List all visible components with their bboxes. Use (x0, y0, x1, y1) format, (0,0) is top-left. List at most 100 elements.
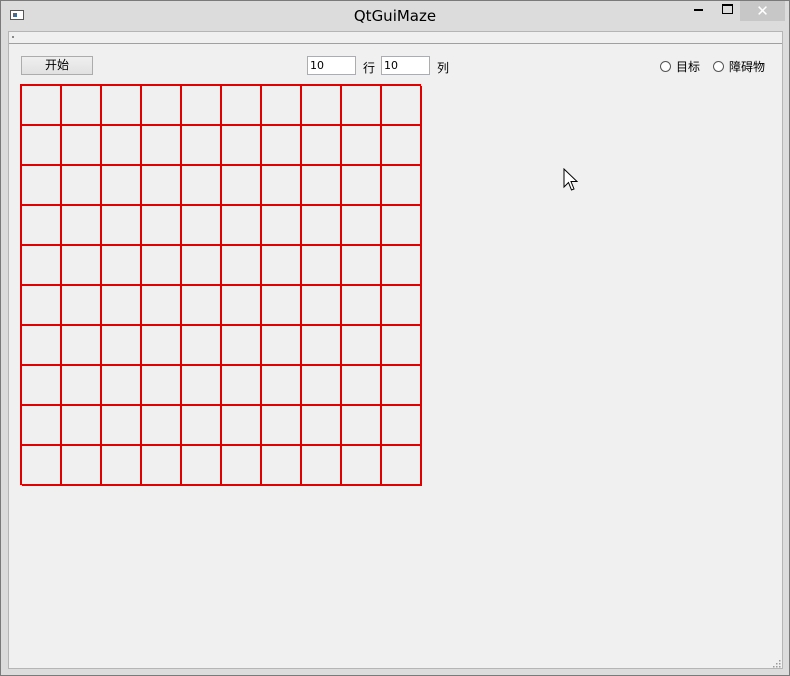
maze-cell[interactable] (342, 366, 382, 406)
radio-circle-icon[interactable] (713, 60, 724, 72)
maze-cell[interactable] (102, 446, 142, 486)
maze-cell[interactable] (222, 246, 262, 286)
maze-cell[interactable] (262, 86, 302, 126)
maze-cell[interactable] (262, 366, 302, 406)
maze-cell[interactable] (102, 406, 142, 446)
maze-cell[interactable] (142, 366, 182, 406)
maze-cell[interactable] (222, 366, 262, 406)
maze-cell[interactable] (302, 246, 342, 286)
maze-cell[interactable] (182, 446, 222, 486)
maze-cell[interactable] (102, 206, 142, 246)
title-bar[interactable]: QtGuiMaze ✕ (1, 1, 789, 31)
maze-cell[interactable] (222, 286, 262, 326)
start-button[interactable]: 开始 (21, 56, 93, 75)
maze-cell[interactable] (342, 406, 382, 446)
radio-obstacle[interactable]: 障碍物 (713, 58, 765, 74)
maze-cell[interactable] (142, 206, 182, 246)
maze-cell[interactable] (342, 206, 382, 246)
maze-cell[interactable] (342, 126, 382, 166)
maze-cell[interactable] (142, 246, 182, 286)
maze-cell[interactable] (62, 366, 102, 406)
maze-cell[interactable] (382, 246, 422, 286)
maze-cell[interactable] (182, 366, 222, 406)
maze-cell[interactable] (62, 86, 102, 126)
maze-cell[interactable] (182, 126, 222, 166)
maze-cell[interactable] (102, 326, 142, 366)
maze-cell[interactable] (382, 326, 422, 366)
maze-cell[interactable] (182, 406, 222, 446)
maze-cell[interactable] (262, 126, 302, 166)
maze-cell[interactable] (222, 86, 262, 126)
maze-cell[interactable] (62, 246, 102, 286)
maze-cell[interactable] (262, 166, 302, 206)
maze-cell[interactable] (142, 326, 182, 366)
maze-cell[interactable] (222, 446, 262, 486)
maze-cell[interactable] (102, 86, 142, 126)
maze-cell[interactable] (62, 206, 102, 246)
maze-cell[interactable] (342, 446, 382, 486)
maze-cell[interactable] (22, 246, 62, 286)
minimize-button[interactable] (681, 1, 715, 21)
maze-cell[interactable] (62, 326, 102, 366)
maze-cell[interactable] (382, 286, 422, 326)
maze-cell[interactable] (382, 446, 422, 486)
maze-cell[interactable] (342, 326, 382, 366)
maze-cell[interactable] (262, 206, 302, 246)
maze-cell[interactable] (102, 366, 142, 406)
maze-cell[interactable] (22, 286, 62, 326)
maze-cell[interactable] (382, 366, 422, 406)
menu-bar[interactable] (9, 32, 782, 44)
maze-grid[interactable] (20, 84, 422, 486)
maze-cell[interactable] (262, 286, 302, 326)
maze-cell[interactable] (142, 126, 182, 166)
maze-cell[interactable] (382, 406, 422, 446)
maze-cell[interactable] (102, 246, 142, 286)
maze-cell[interactable] (62, 166, 102, 206)
maze-cell[interactable] (22, 206, 62, 246)
maze-cell[interactable] (302, 286, 342, 326)
radio-target[interactable]: 目标 (660, 58, 700, 74)
maze-cell[interactable] (302, 126, 342, 166)
maze-cell[interactable] (262, 246, 302, 286)
maze-cell[interactable] (142, 286, 182, 326)
maze-cell[interactable] (62, 406, 102, 446)
maze-cell[interactable] (302, 326, 342, 366)
maze-cell[interactable] (22, 126, 62, 166)
maze-cell[interactable] (62, 446, 102, 486)
maze-cell[interactable] (182, 86, 222, 126)
maze-cell[interactable] (262, 406, 302, 446)
maze-cell[interactable] (302, 446, 342, 486)
maze-cell[interactable] (222, 166, 262, 206)
maze-cell[interactable] (62, 286, 102, 326)
maze-cell[interactable] (382, 206, 422, 246)
maze-cell[interactable] (22, 166, 62, 206)
maze-cell[interactable] (102, 286, 142, 326)
maze-cell[interactable] (222, 406, 262, 446)
maze-cell[interactable] (262, 446, 302, 486)
maze-cell[interactable] (302, 166, 342, 206)
maximize-button[interactable] (713, 1, 741, 21)
maze-cell[interactable] (302, 86, 342, 126)
maze-cell[interactable] (142, 406, 182, 446)
close-button[interactable]: ✕ (740, 1, 785, 21)
maze-cell[interactable] (22, 446, 62, 486)
maze-cell[interactable] (222, 126, 262, 166)
maze-cell[interactable] (262, 326, 302, 366)
maze-cell[interactable] (182, 246, 222, 286)
maze-cell[interactable] (22, 366, 62, 406)
maze-cell[interactable] (382, 166, 422, 206)
maze-cell[interactable] (182, 166, 222, 206)
maze-cell[interactable] (302, 406, 342, 446)
size-grip-icon[interactable] (771, 658, 781, 668)
radio-circle-icon[interactable] (660, 60, 671, 72)
maze-cell[interactable] (302, 366, 342, 406)
maze-cell[interactable] (382, 126, 422, 166)
maze-cell[interactable] (342, 246, 382, 286)
rows-input[interactable] (307, 56, 356, 75)
maze-cell[interactable] (182, 326, 222, 366)
maze-cell[interactable] (62, 126, 102, 166)
maze-cell[interactable] (142, 446, 182, 486)
maze-cell[interactable] (22, 326, 62, 366)
maze-cell[interactable] (102, 126, 142, 166)
maze-cell[interactable] (342, 286, 382, 326)
